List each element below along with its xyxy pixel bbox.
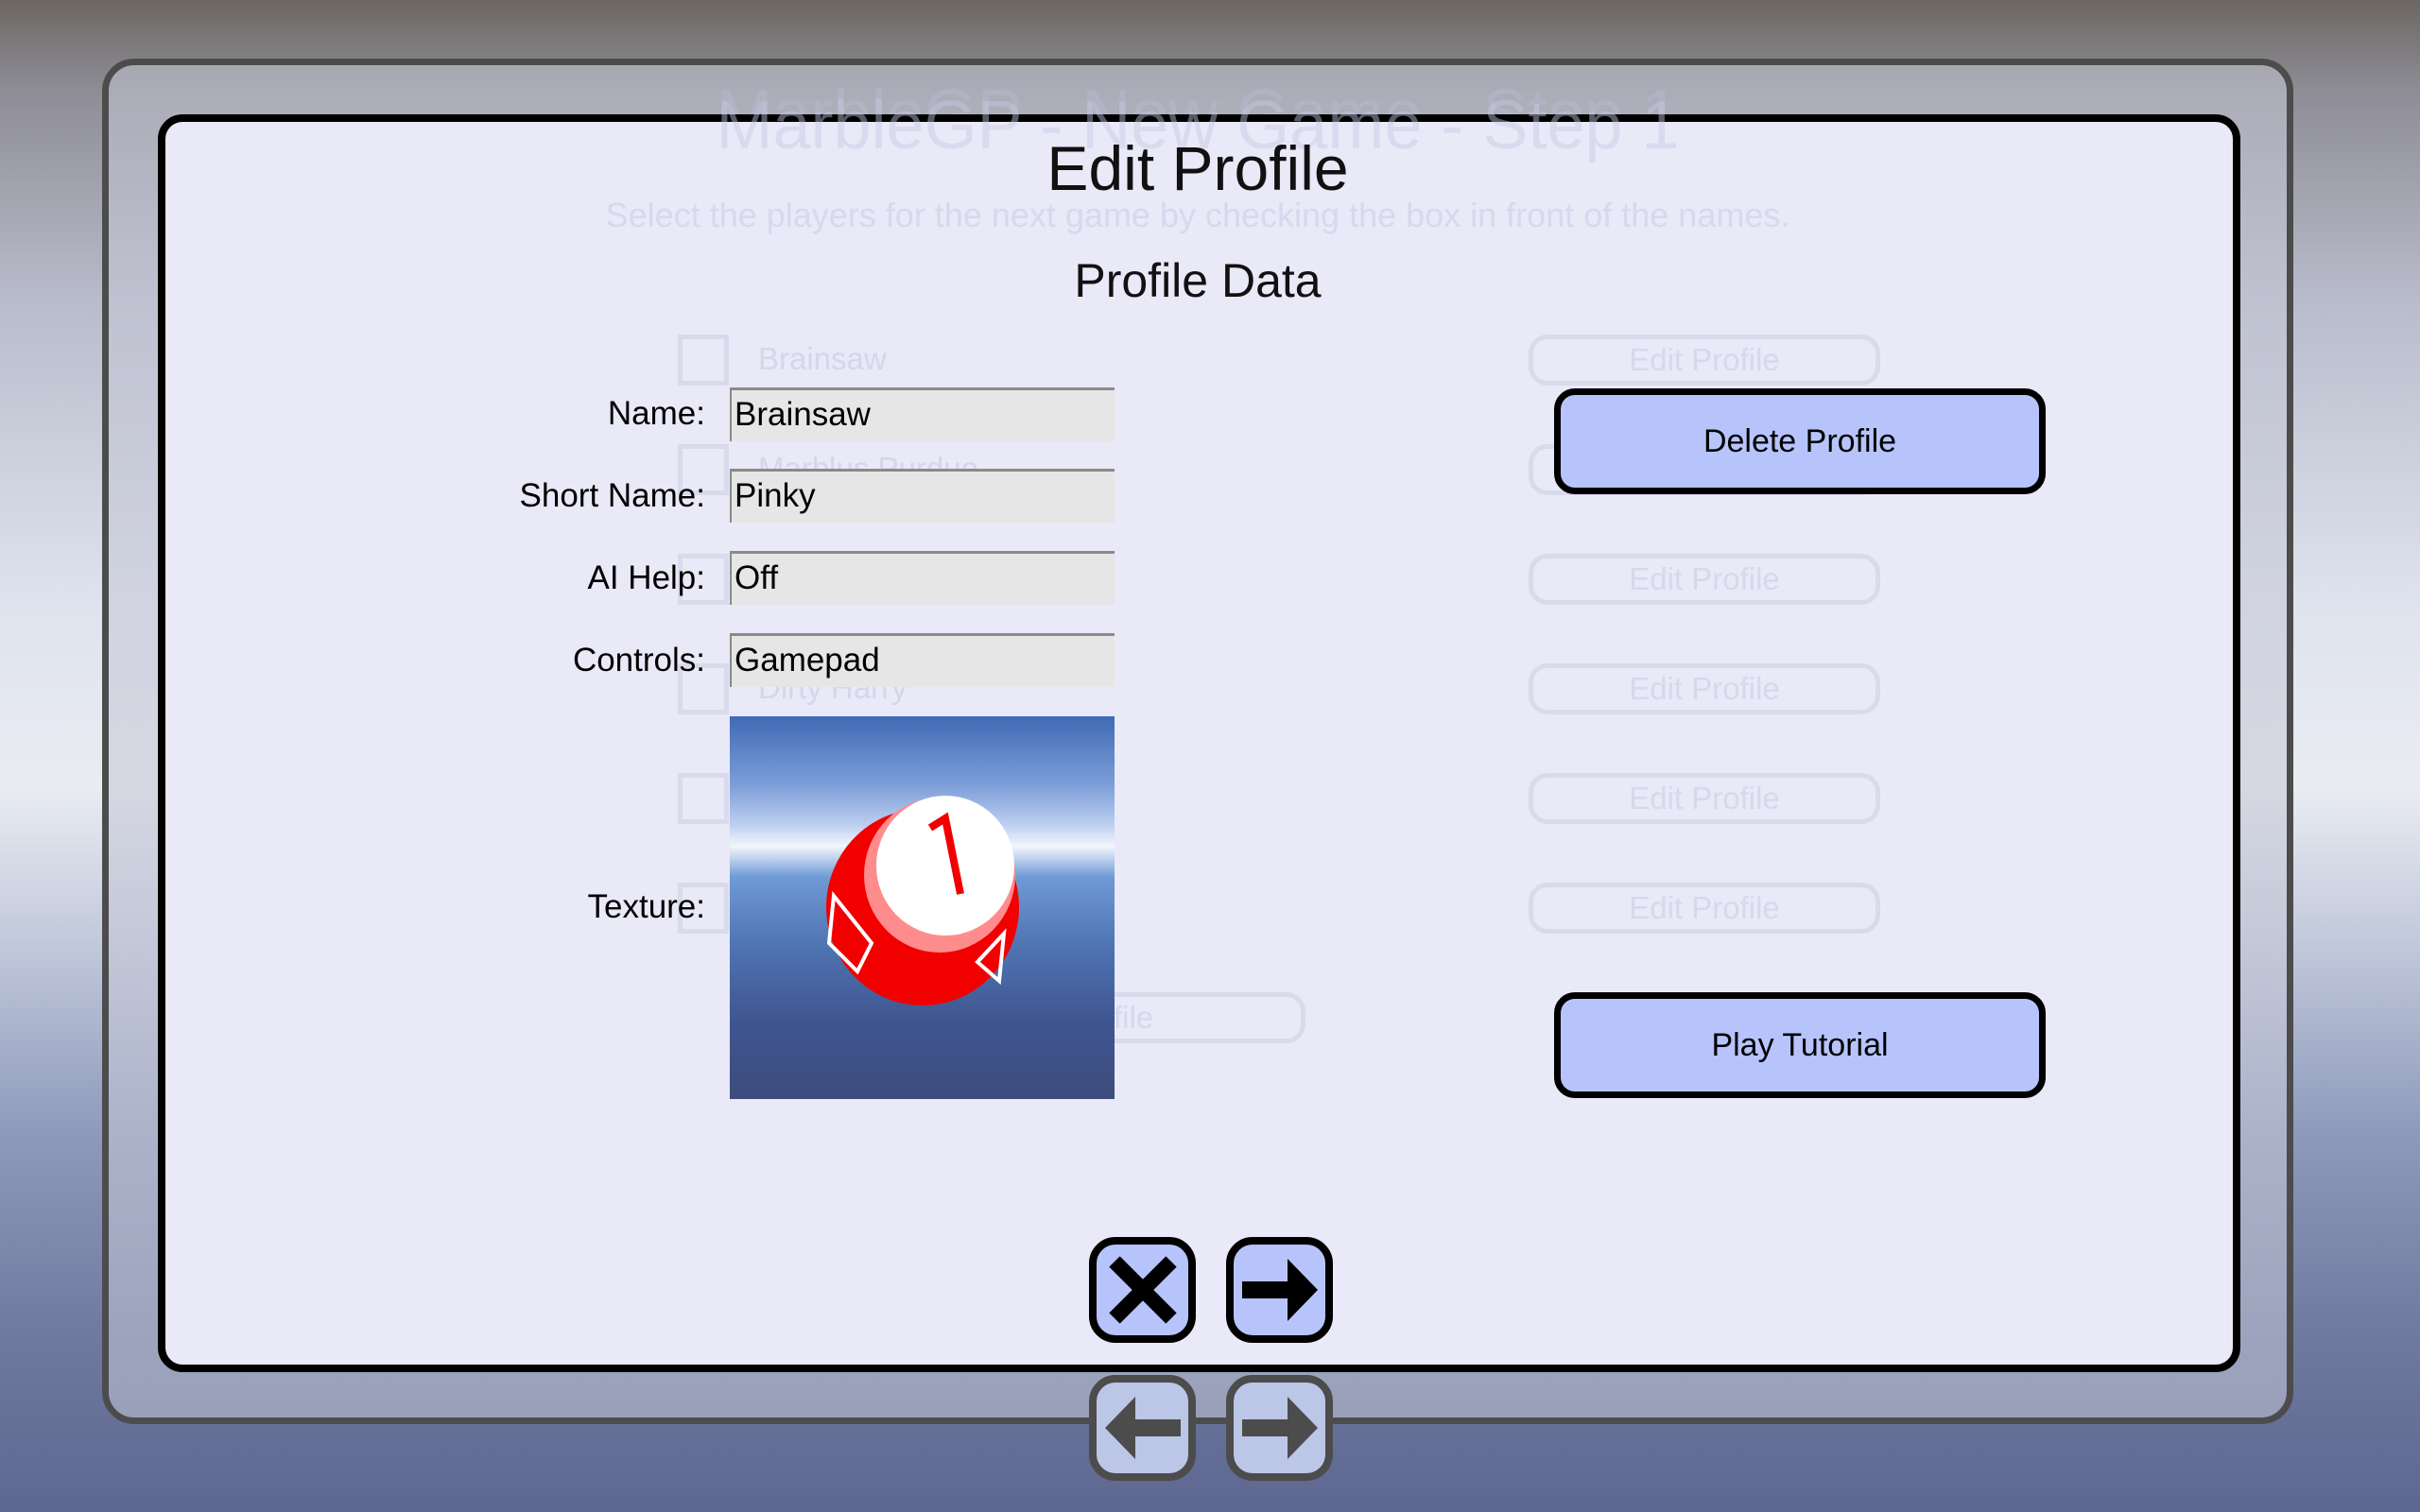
ghost-checkbox (678, 773, 729, 824)
ghost-edit-button: Edit Profile (1529, 663, 1880, 714)
dialog-title: Edit Profile (1046, 133, 1349, 203)
ghost-edit-button: Edit Profile (1529, 335, 1880, 386)
arrow-left-icon (1104, 1397, 1181, 1459)
ghost-checkbox (678, 335, 729, 386)
short-name-label: Short Name: (519, 477, 705, 514)
back-button (1089, 1375, 1196, 1481)
ghost-edit-button: Edit Profile (1529, 883, 1880, 934)
section-title: Profile Data (1074, 254, 1322, 307)
arrow-right-icon (1241, 1397, 1318, 1459)
delete-profile-button[interactable]: Delete Profile (1554, 388, 2046, 494)
cancel-button[interactable] (1089, 1237, 1196, 1343)
ai-help-label: AI Help: (587, 559, 706, 596)
ai-help-field[interactable]: Off (730, 551, 1115, 605)
name-label: Name: (607, 395, 705, 432)
ghost-edit-button: Edit Profile (1529, 554, 1880, 605)
arrow-right-icon (1241, 1259, 1318, 1321)
texture-label: Texture: (587, 888, 706, 925)
ghost-player: Brainsaw (758, 341, 887, 376)
close-icon (1108, 1256, 1177, 1324)
next-button (1226, 1375, 1333, 1481)
marble-image (826, 796, 1019, 1005)
ghost-edit-button: Edit Profile (1529, 773, 1880, 824)
ok-button[interactable] (1226, 1237, 1333, 1343)
name-field[interactable]: Brainsaw (730, 387, 1115, 441)
play-tutorial-button[interactable]: Play Tutorial (1554, 992, 2046, 1098)
short-name-field[interactable]: Pinky (730, 469, 1115, 523)
controls-field[interactable]: Gamepad (730, 633, 1115, 687)
controls-label: Controls: (572, 642, 705, 679)
texture-preview[interactable] (730, 716, 1115, 1099)
